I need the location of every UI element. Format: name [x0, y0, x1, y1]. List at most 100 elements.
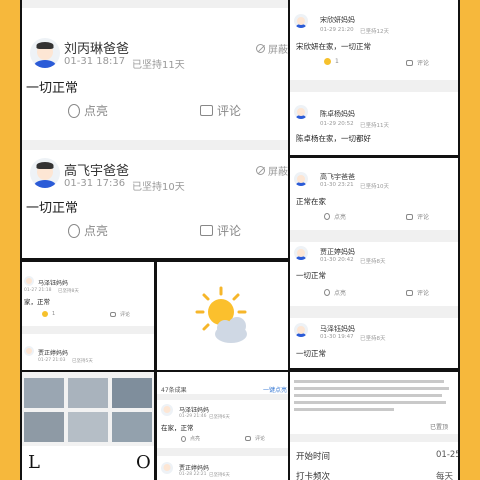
- avatar: [24, 346, 34, 356]
- lightbulb-icon: [68, 103, 80, 118]
- post-date: 01-30 23:21: [320, 182, 354, 188]
- post-author: 陈卓杨妈妈: [320, 110, 355, 118]
- letter-strip: L O: [22, 446, 154, 480]
- block-label: 屏蔽: [268, 45, 288, 56]
- collage-panel-2: 宋欣妍妈妈 01-29 21:20 已坚持12天 宋欣妍在家，一切正常 1 评论…: [290, 0, 458, 155]
- start-time-label: 开始时间: [296, 452, 331, 462]
- post-date: 01-30 19:47: [320, 334, 354, 340]
- post-author: 马泽钰妈妈: [320, 325, 355, 333]
- post-date: 01-31 18:17: [64, 56, 126, 67]
- comment-button[interactable]: 评论: [245, 435, 265, 442]
- lightbulb-icon: [181, 435, 186, 442]
- light-all-link[interactable]: 一键点亮: [263, 385, 287, 394]
- divider: [22, 0, 288, 8]
- post-date: 01-28 22:21: [179, 472, 207, 477]
- like-button[interactable]: 点亮: [324, 288, 346, 297]
- start-time-value: 01-25: [436, 450, 458, 460]
- comment-label: 评论: [255, 436, 266, 442]
- frame-edge-left: [0, 0, 20, 480]
- partly-cloudy-icon: [195, 286, 247, 343]
- post-author: 贾正婷妈妈: [179, 465, 210, 472]
- post-streak: 已坚持10天: [132, 182, 185, 193]
- block-icon: [256, 44, 265, 53]
- post-streak: 已坚持8天: [360, 259, 386, 265]
- photo-thumbnail: [68, 412, 108, 442]
- block-icon: [256, 166, 265, 175]
- avatar: [24, 276, 34, 286]
- avatar: [30, 38, 60, 68]
- post-author: 高飞宇爸爸: [320, 173, 355, 181]
- photo-thumbnail: [24, 378, 64, 408]
- post-date: 01-29 21:46: [179, 414, 207, 419]
- collage-panel-8: 已置顶 开始时间 01-25 打卡频次 每天: [290, 372, 458, 480]
- avatar: [161, 404, 173, 416]
- like-label: 点亮: [334, 214, 347, 221]
- post-author: 刘丙琳爸爸: [64, 42, 130, 57]
- comment-label: 评论: [120, 312, 131, 318]
- comment-button[interactable]: 评论: [406, 212, 429, 221]
- avatar: [294, 246, 308, 260]
- post-author: 马泽钰妈妈: [38, 280, 69, 287]
- post-date: 01-29 20:52: [320, 121, 354, 127]
- post-author: 宋欣妍妈妈: [320, 16, 355, 24]
- comment-button[interactable]: 评论: [406, 58, 429, 67]
- avatar: [294, 323, 308, 337]
- like-label: 点亮: [334, 290, 347, 297]
- like-button[interactable]: 1: [42, 311, 55, 317]
- block-button[interactable]: 屏蔽: [256, 41, 288, 56]
- like-button[interactable]: 点亮: [181, 435, 200, 442]
- letter-o: O: [136, 452, 151, 473]
- divider: [290, 230, 458, 242]
- post-streak: 已坚持12天: [360, 29, 389, 35]
- like-count: 1: [335, 58, 339, 65]
- comment-icon: [406, 59, 413, 66]
- comment-label: 评论: [217, 104, 242, 118]
- comment-icon: [200, 225, 213, 236]
- post-streak: 已坚持8天: [360, 336, 386, 342]
- post-author: 马泽钰妈妈: [179, 407, 210, 414]
- divider: [22, 140, 288, 150]
- post-message: 一切正常: [26, 201, 79, 216]
- comment-label: 评论: [417, 290, 430, 297]
- collage-panel-7: 47条成果 一键点亮 马泽钰妈妈 01-29 21:46 已坚持6天 在家，正常…: [157, 372, 288, 480]
- like-label: 点亮: [84, 104, 109, 118]
- comment-button[interactable]: 评论: [110, 311, 130, 318]
- post-streak: 已坚持5天: [72, 359, 93, 364]
- post-message: 家，正常: [24, 298, 50, 306]
- comment-button[interactable]: 评论: [200, 102, 241, 119]
- post-author: 贾正婷妈妈: [38, 350, 69, 357]
- frequency-value: 每天: [436, 472, 454, 480]
- post-streak: 已坚持11天: [360, 123, 389, 129]
- avatar: [294, 14, 308, 28]
- divider: [22, 326, 154, 334]
- collage-panel-4: 马泽钰妈妈 01-27 21:18 已坚持8天 家，正常 1 评论 贾正婷妈妈 …: [22, 262, 154, 370]
- post-streak: 已坚持11天: [132, 60, 185, 71]
- post-message: 一切正常: [296, 271, 326, 280]
- photo-thumbnail: [68, 378, 108, 408]
- block-label: 屏蔽: [268, 167, 288, 178]
- results-count: 47条成果: [161, 387, 187, 394]
- like-label: 点亮: [190, 436, 201, 442]
- like-button[interactable]: 点亮: [68, 102, 108, 119]
- post-message: 正常在家: [296, 197, 326, 206]
- comment-icon: [110, 312, 116, 317]
- like-button[interactable]: 点亮: [68, 222, 108, 239]
- like-button[interactable]: 点亮: [324, 212, 346, 221]
- post-message: 宋欣妍在家，一切正常: [296, 42, 371, 51]
- comment-label: 评论: [217, 224, 242, 238]
- comment-label: 评论: [417, 60, 430, 67]
- post-streak: 已坚持6天: [209, 415, 230, 420]
- block-button[interactable]: 屏蔽: [256, 163, 288, 178]
- comment-button[interactable]: 评论: [406, 288, 429, 297]
- collage-panel-5: [157, 262, 288, 370]
- like-button[interactable]: 1: [324, 58, 339, 65]
- post-message: 一切正常: [26, 81, 79, 96]
- post-author: 贾正婷妈妈: [320, 248, 355, 256]
- task-description: [294, 380, 454, 416]
- divider: [157, 448, 288, 456]
- post-streak: 已坚持6天: [209, 473, 230, 478]
- divider: [290, 434, 458, 442]
- lightbulb-icon: [324, 289, 330, 296]
- comment-button[interactable]: 评论: [200, 222, 241, 239]
- post-date: 01-27 21:03: [38, 358, 66, 363]
